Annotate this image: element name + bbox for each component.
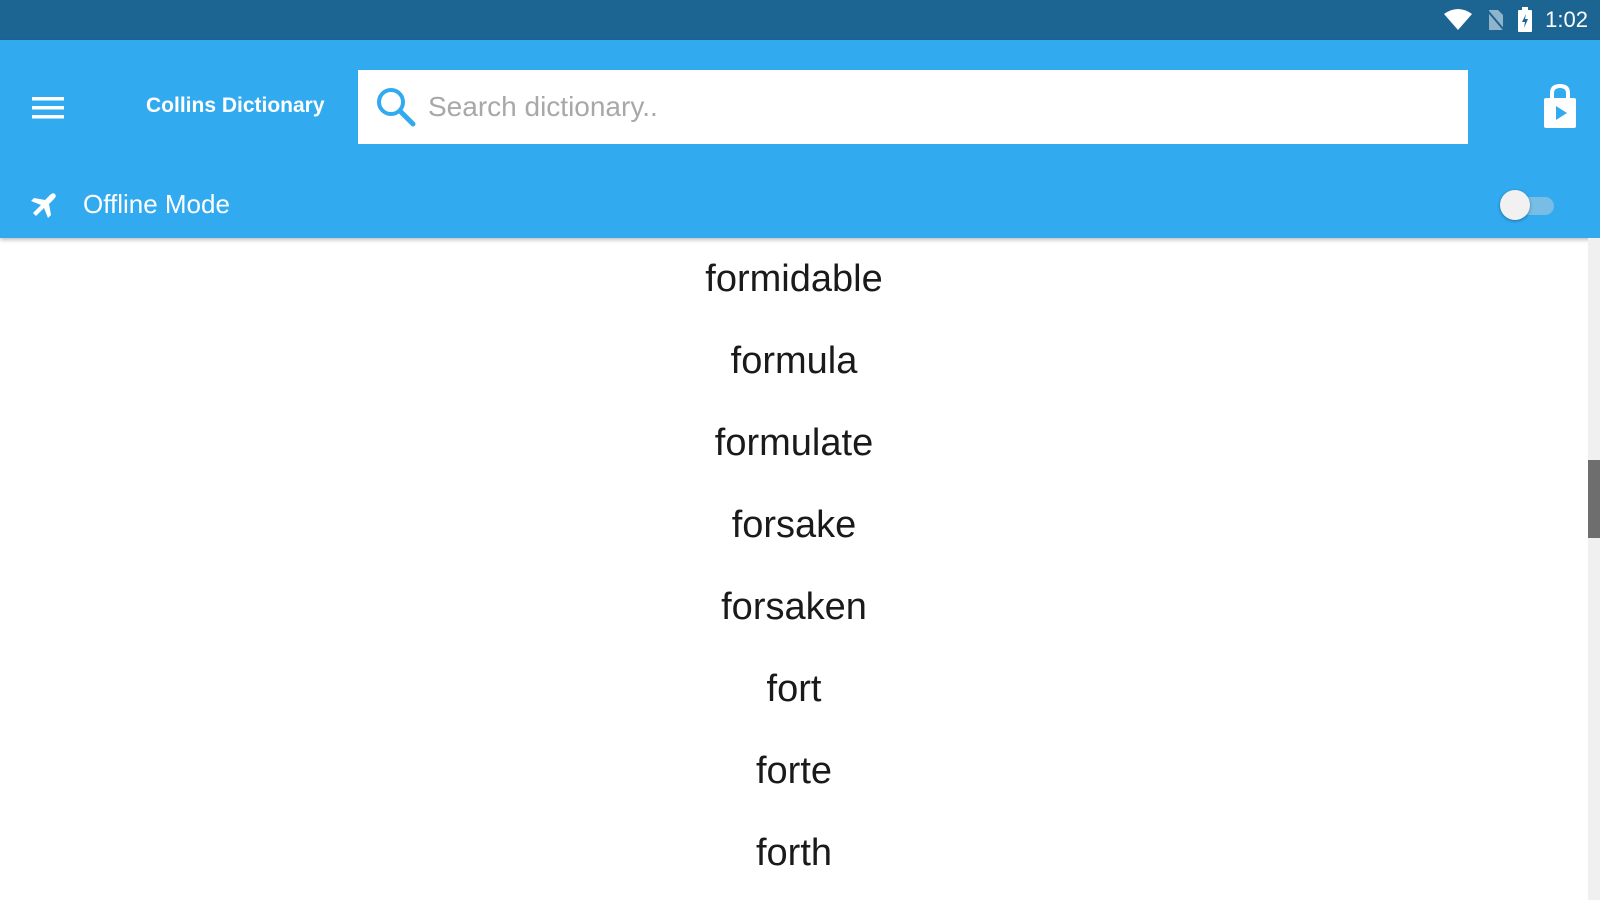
battery-icon bbox=[1518, 7, 1533, 32]
app-bar: Collins Dictionary Offline Mode bbox=[0, 40, 1600, 238]
list-item[interactable]: formulate bbox=[0, 402, 1588, 484]
play-store-bag-icon bbox=[1544, 83, 1576, 128]
list-item[interactable]: formula bbox=[0, 320, 1588, 402]
list-item[interactable]: forte bbox=[0, 730, 1588, 812]
no-sim-icon bbox=[1486, 9, 1505, 31]
scrollbar-track[interactable] bbox=[1588, 238, 1600, 900]
airplane-icon bbox=[31, 193, 56, 218]
offline-mode-label: Offline Mode bbox=[83, 189, 230, 219]
list-item[interactable]: forsaken bbox=[0, 566, 1588, 648]
word-list: formidable formula formulate forsake for… bbox=[0, 238, 1588, 900]
hamburger-menu-icon bbox=[32, 97, 64, 119]
menu-button[interactable] bbox=[28, 88, 68, 128]
wifi-icon bbox=[1444, 9, 1473, 30]
status-icons: 1:02 bbox=[1443, 0, 1588, 40]
list-item[interactable]: forth bbox=[0, 812, 1588, 894]
status-time: 1:02 bbox=[1545, 7, 1588, 32]
toggle-thumb bbox=[1500, 190, 1530, 220]
store-button[interactable] bbox=[1540, 83, 1580, 132]
app-title: Collins Dictionary bbox=[146, 94, 325, 117]
search-icon bbox=[377, 88, 416, 127]
scrollbar-thumb[interactable] bbox=[1588, 460, 1600, 538]
search-input[interactable] bbox=[428, 91, 1428, 123]
list-item[interactable]: formidable bbox=[0, 238, 1588, 320]
status-bar: 1:02 bbox=[0, 0, 1600, 40]
list-item[interactable]: fort bbox=[0, 648, 1588, 730]
search-box[interactable] bbox=[358, 70, 1468, 144]
offline-mode-row: Offline Mode bbox=[0, 170, 1600, 238]
list-item[interactable]: forsake bbox=[0, 484, 1588, 566]
offline-mode-toggle[interactable] bbox=[1500, 188, 1556, 220]
